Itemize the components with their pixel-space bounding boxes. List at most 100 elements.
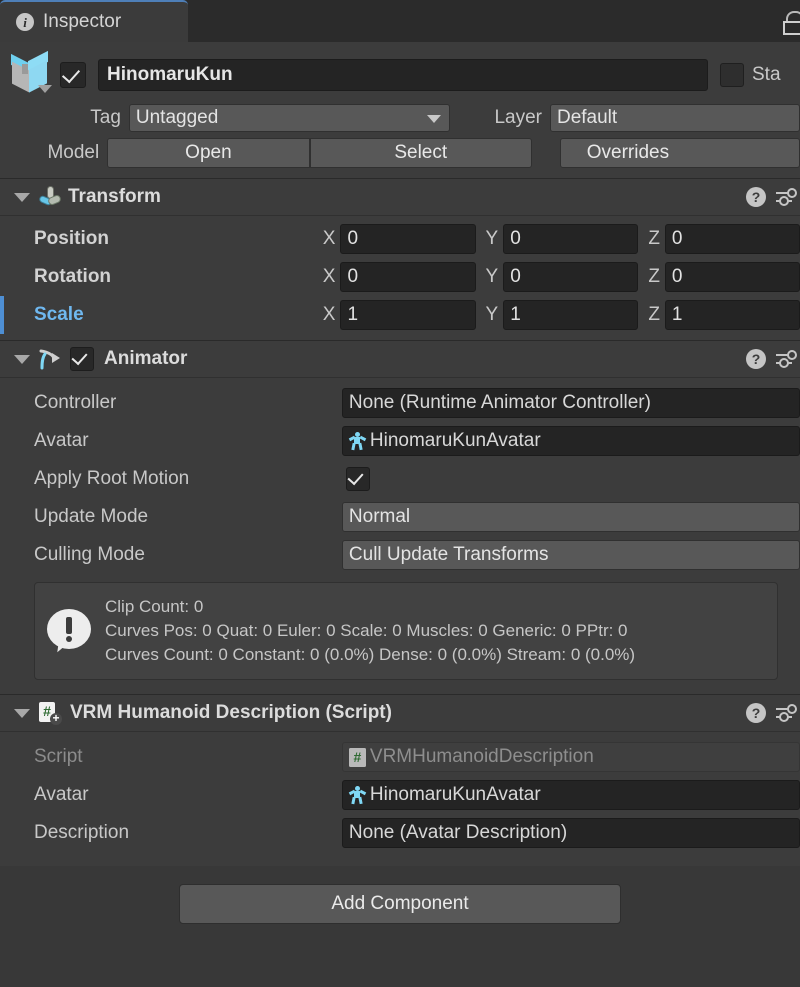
- model-label: Model: [47, 142, 100, 163]
- position-x-input[interactable]: 0: [340, 224, 476, 254]
- tab-inspector-label: Inspector: [43, 11, 122, 32]
- tag-label: Tag: [90, 107, 121, 128]
- gameobject-header: HinomaruKun Sta Tag Untagged Layer Defau…: [0, 42, 800, 178]
- transform-rotation-row: Rotation X 0 Y 0 Z 0: [0, 258, 800, 296]
- animator-apply-root-motion-row: Apply Root Motion: [0, 460, 800, 498]
- controller-object-field[interactable]: None (Runtime Animator Controller): [341, 388, 800, 418]
- vrm-avatar-row: Avatar HinomaruKunAvatar: [0, 776, 800, 814]
- gameobject-enabled-checkbox[interactable]: [60, 62, 86, 88]
- vrm-avatar-label: Avatar: [34, 784, 89, 805]
- script-object-field: # VRMHumanoidDescription: [341, 742, 800, 772]
- scale-y-input[interactable]: 1: [503, 300, 639, 330]
- scale-z-input[interactable]: 1: [664, 300, 800, 330]
- layer-value: Default: [556, 107, 618, 128]
- add-component-button[interactable]: Add Component: [179, 884, 621, 924]
- static-checkbox[interactable]: [720, 63, 744, 87]
- model-open-button[interactable]: Open: [107, 138, 310, 168]
- help-icon[interactable]: ?: [746, 703, 766, 723]
- description-value: None (Avatar Description): [348, 822, 568, 843]
- preset-settings-icon[interactable]: [776, 187, 797, 207]
- avatar-icon: [348, 432, 367, 451]
- script-value: VRMHumanoidDescription: [369, 746, 594, 767]
- apply-root-motion-checkbox[interactable]: [346, 467, 370, 491]
- script-label: Script: [34, 746, 83, 767]
- avatar-label: Avatar: [34, 430, 89, 451]
- help-icon[interactable]: ?: [746, 349, 766, 369]
- transform-header[interactable]: Transform ?: [0, 178, 800, 216]
- rotation-y-axis-label: Y: [485, 266, 499, 287]
- prefab-dropdown-caret-icon[interactable]: [38, 85, 52, 93]
- animator-arrow-icon: [38, 348, 62, 370]
- model-row: Model Open Select Overrides: [0, 138, 800, 170]
- rotation-x-input[interactable]: 0: [340, 262, 476, 292]
- model-select-label: Select: [394, 142, 448, 163]
- animator-clip-info-text: Clip Count: 0 Curves Pos: 0 Quat: 0 Eule…: [105, 595, 635, 667]
- foldout-triangle-icon[interactable]: [14, 192, 30, 202]
- foldout-triangle-icon[interactable]: [14, 708, 30, 718]
- apply-root-motion-label: Apply Root Motion: [34, 468, 190, 489]
- scale-y-axis-label: Y: [485, 304, 499, 325]
- model-select-button[interactable]: Select: [309, 138, 532, 168]
- tab-inspector[interactable]: i Inspector: [0, 0, 188, 42]
- rotation-z-input[interactable]: 0: [664, 262, 800, 292]
- scale-x-value: 1: [347, 304, 359, 325]
- gameobject-name-value: HinomaruKun: [107, 64, 233, 85]
- check-icon: [61, 64, 81, 84]
- update-mode-dropdown[interactable]: Normal: [341, 502, 800, 532]
- tag-dropdown[interactable]: Untagged: [128, 104, 450, 132]
- tag-value: Untagged: [135, 107, 219, 128]
- preset-settings-icon[interactable]: [776, 349, 797, 369]
- position-z-input[interactable]: 0: [664, 224, 800, 254]
- scale-z-value: 1: [671, 304, 683, 325]
- help-icon[interactable]: ?: [746, 187, 766, 207]
- transform-scale-row: Scale X 1 Y 1 Z 1: [0, 296, 800, 334]
- prefab-override-indicator: [0, 296, 4, 334]
- position-x-value: 0: [347, 228, 359, 249]
- vrm-avatar-value: HinomaruKunAvatar: [369, 784, 541, 805]
- rotation-z-axis-label: Z: [648, 266, 660, 287]
- rotation-y-value: 0: [510, 266, 521, 287]
- vrm-header-icons: ?: [746, 695, 797, 731]
- info-icon: i: [16, 13, 34, 31]
- animator-header[interactable]: Animator ?: [0, 340, 800, 378]
- rotation-x-axis-label: X: [322, 266, 336, 287]
- rotation-y-input[interactable]: 0: [503, 262, 639, 292]
- position-z-axis-label: Z: [648, 228, 660, 249]
- culling-mode-value: Cull Update Transforms: [348, 544, 549, 565]
- vrm-script-row: Script # VRMHumanoidDescription: [0, 738, 800, 776]
- info-bubble-icon: [47, 609, 93, 654]
- preset-settings-icon[interactable]: [776, 703, 797, 723]
- description-object-field[interactable]: None (Avatar Description): [341, 818, 800, 848]
- overrides-button[interactable]: Overrides: [559, 138, 800, 168]
- transform-axis-icon: [38, 186, 63, 208]
- animator-enabled-checkbox[interactable]: [70, 347, 94, 371]
- position-z-value: 0: [671, 228, 683, 249]
- overrides-label: Overrides: [586, 142, 670, 163]
- position-label: Position: [34, 228, 109, 249]
- avatar-object-field[interactable]: HinomaruKunAvatar: [341, 426, 800, 456]
- vrm-avatar-object-field[interactable]: HinomaruKunAvatar: [341, 780, 800, 810]
- layer-dropdown[interactable]: Default: [549, 104, 800, 132]
- scale-x-axis-label: X: [322, 304, 336, 325]
- culling-mode-dropdown[interactable]: Cull Update Transforms: [341, 540, 800, 570]
- foldout-triangle-icon[interactable]: [14, 354, 30, 364]
- rotation-x-value: 0: [347, 266, 359, 287]
- gameobject-name-input[interactable]: HinomaruKun: [98, 59, 708, 91]
- clip-info-line-1: Clip Count: 0: [105, 597, 204, 616]
- animator-body: Controller None (Runtime Animator Contro…: [0, 378, 800, 694]
- add-component-area: Add Component: [0, 880, 800, 924]
- description-label: Description: [34, 822, 130, 843]
- controller-label: Controller: [34, 392, 117, 413]
- clip-info-line-3: Curves Count: 0 Constant: 0 (0.0%) Dense…: [105, 645, 636, 664]
- position-y-input[interactable]: 0: [503, 224, 639, 254]
- lock-icon[interactable]: [782, 9, 800, 35]
- position-y-value: 0: [510, 228, 521, 249]
- vrm-humanoid-description-title: VRM Humanoid Description (Script): [70, 702, 392, 723]
- vrm-humanoid-description-header[interactable]: # + VRM Humanoid Description (Script) ?: [0, 694, 800, 732]
- scale-label: Scale: [34, 304, 84, 325]
- scale-x-input[interactable]: 1: [340, 300, 476, 330]
- script-icon: #: [348, 747, 366, 767]
- animator-controller-row: Controller None (Runtime Animator Contro…: [0, 384, 800, 422]
- avatar-icon: [348, 786, 367, 805]
- prefab-box-icon[interactable]: [8, 50, 54, 98]
